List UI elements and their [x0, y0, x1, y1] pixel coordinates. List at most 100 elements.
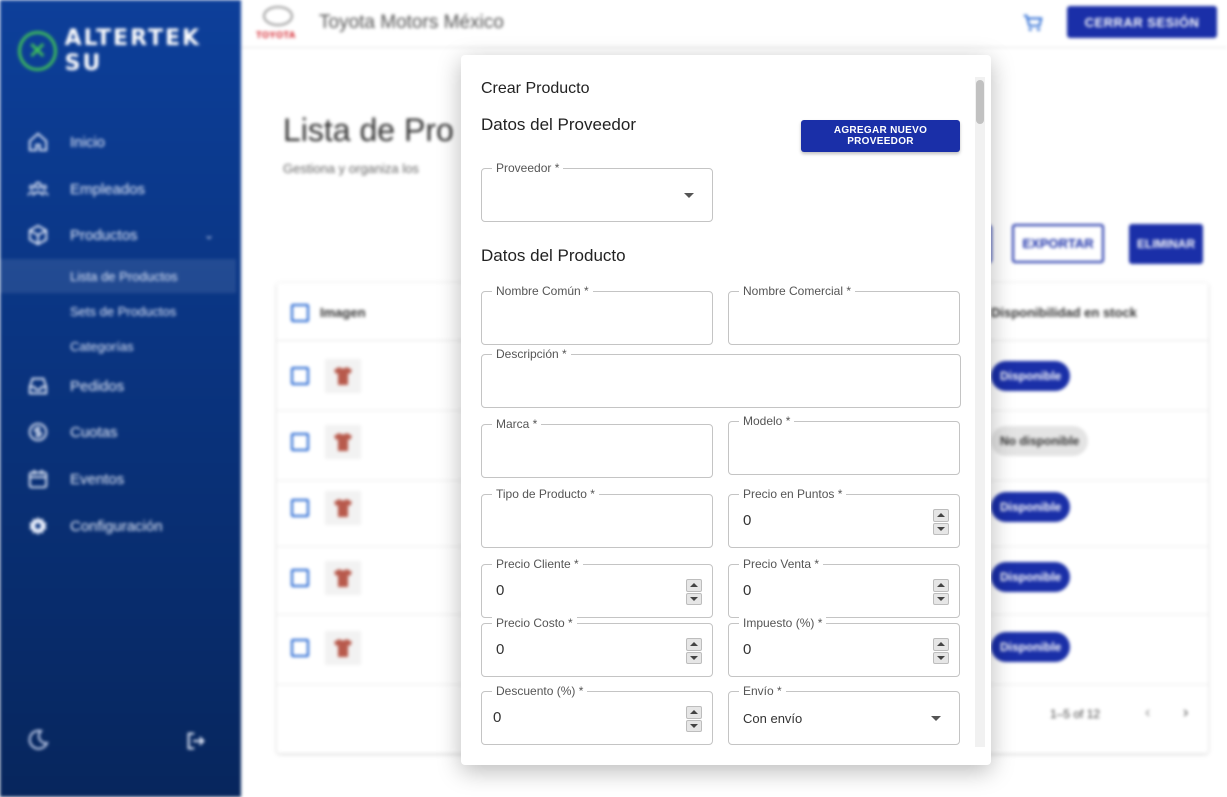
shipping-select[interactable]: Envío * Con envío: [728, 684, 960, 745]
increment-icon[interactable]: [933, 509, 949, 522]
sidebar-item-label: Cuotas: [70, 423, 118, 441]
company-name: Toyota Motors México: [319, 12, 504, 33]
sidebar-subitem-categorias[interactable]: Categorías: [0, 329, 236, 363]
sidebar-item-eventos[interactable]: Eventos: [0, 459, 241, 499]
stock-badge: Disponible: [991, 361, 1071, 391]
column-header-stock: Disponibilidad en stock: [991, 305, 1137, 320]
row-checkbox[interactable]: [291, 367, 309, 385]
cube-icon: [26, 223, 50, 247]
points-price-field[interactable]: Precio en Puntos * 0: [728, 487, 960, 548]
topbar: TOYOTA Toyota Motors México CERRAR SESIÓ…: [241, 0, 1227, 48]
logout-icon[interactable]: [185, 730, 207, 757]
field-label: Precio en Puntos *: [739, 487, 847, 501]
field-value: 0: [743, 582, 752, 599]
increment-icon[interactable]: [686, 638, 702, 651]
brand-field[interactable]: Marca *: [481, 417, 713, 478]
common-name-field[interactable]: Nombre Común *: [481, 284, 713, 345]
product-type-field[interactable]: Tipo de Producto *: [481, 487, 713, 548]
field-value: 0: [496, 641, 505, 658]
tshirt-icon: [325, 631, 361, 665]
provider-select[interactable]: Proveedor *: [481, 161, 713, 222]
field-label: Proveedor *: [492, 161, 564, 175]
sidebar-subitem-lista-productos[interactable]: Lista de Productos: [0, 259, 236, 293]
sidebar-subitem-label: Categorías: [70, 338, 134, 354]
number-stepper[interactable]: [686, 579, 702, 605]
commercial-name-field[interactable]: Nombre Comercial *: [728, 284, 960, 345]
sidebar-subitem-sets-productos[interactable]: Sets de Productos: [0, 294, 236, 328]
client-price-field[interactable]: Precio Cliente * 0: [481, 557, 713, 618]
increment-icon[interactable]: [686, 706, 702, 719]
tshirt-icon: [325, 491, 361, 525]
tshirt-icon: [325, 561, 361, 595]
field-label: Impuesto (%) *: [739, 616, 827, 630]
chevron-down-icon[interactable]: ⌄: [204, 228, 214, 242]
brand-mark-icon: ✕: [18, 31, 57, 71]
currency-icon: [26, 420, 50, 444]
pagination-info: 1–5 of 12: [1050, 707, 1101, 721]
number-stepper[interactable]: [933, 509, 949, 535]
cart-icon[interactable]: [1022, 12, 1044, 34]
row-checkbox[interactable]: [291, 499, 309, 517]
sidebar-item-label: Productos: [70, 226, 138, 244]
decrement-icon[interactable]: [933, 592, 949, 605]
row-checkbox[interactable]: [291, 433, 309, 451]
export-button[interactable]: EXPORTAR: [1012, 224, 1104, 263]
field-value: 0: [743, 641, 752, 658]
dropdown-caret-icon: [931, 716, 941, 721]
description-field[interactable]: Descripción *: [481, 347, 961, 408]
sidebar-item-productos[interactable]: Productos ⌄: [0, 215, 241, 255]
dialog-scrollbar-thumb[interactable]: [976, 80, 984, 124]
increment-icon[interactable]: [933, 638, 949, 651]
field-value: Con envío: [743, 711, 803, 726]
decrement-icon[interactable]: [686, 592, 702, 605]
increment-icon[interactable]: [933, 579, 949, 592]
field-label: Modelo *: [739, 414, 795, 428]
dialog-scrollbar[interactable]: [975, 77, 985, 747]
field-label: Precio Venta *: [739, 557, 824, 571]
delete-button[interactable]: ELIMINAR: [1129, 224, 1203, 264]
decrement-icon[interactable]: [933, 522, 949, 535]
decrement-icon[interactable]: [686, 719, 702, 732]
field-label: Nombre Común *: [492, 284, 593, 298]
decrement-icon[interactable]: [933, 651, 949, 664]
sidebar-item-empleados[interactable]: Empleados: [0, 169, 241, 209]
stock-badge: Disponible: [991, 632, 1071, 662]
sidebar-footer: [0, 724, 241, 760]
select-all-checkbox[interactable]: [291, 304, 309, 322]
sidebar-item-label: Configuración: [70, 517, 163, 535]
field-label: Envío *: [739, 684, 786, 698]
number-stepper[interactable]: [933, 579, 949, 605]
tax-field[interactable]: Impuesto (%) * 0: [728, 616, 960, 677]
cost-price-field[interactable]: Precio Costo * 0: [481, 616, 713, 677]
sale-price-field[interactable]: Precio Venta * 0: [728, 557, 960, 618]
dark-mode-toggle-icon[interactable]: [26, 728, 50, 757]
number-stepper[interactable]: [933, 638, 949, 664]
prev-page-icon[interactable]: ‹: [1145, 704, 1150, 722]
sidebar-item-configuracion[interactable]: Configuración: [0, 506, 241, 546]
sidebar-item-label: Pedidos: [70, 377, 125, 395]
number-stepper[interactable]: [686, 638, 702, 664]
increment-icon[interactable]: [686, 579, 702, 592]
decrement-icon[interactable]: [686, 651, 702, 664]
add-provider-button[interactable]: AGREGAR NUEVO PROVEEDOR: [801, 120, 960, 152]
field-label: Precio Cliente *: [492, 557, 583, 571]
sidebar-subitem-label: Sets de Productos: [70, 303, 177, 319]
stock-badge: Disponible: [991, 562, 1071, 592]
number-stepper[interactable]: [686, 706, 702, 732]
dropdown-caret-icon: [684, 193, 694, 198]
field-value: 0: [493, 709, 502, 726]
field-label: Descripción *: [492, 347, 571, 361]
logout-button[interactable]: CERRAR SESIÓN: [1067, 6, 1217, 38]
sidebar-item-inicio[interactable]: Inicio: [0, 122, 241, 162]
discount-field[interactable]: Descuento (%) * 0: [481, 684, 713, 745]
gear-icon: [26, 514, 50, 538]
row-checkbox[interactable]: [291, 569, 309, 587]
toyota-emblem-icon: [263, 6, 293, 26]
sidebar-item-cuotas[interactable]: Cuotas: [0, 412, 241, 452]
row-checkbox[interactable]: [291, 639, 309, 657]
field-label: Precio Costo *: [492, 616, 577, 630]
next-page-icon[interactable]: ›: [1183, 704, 1188, 722]
model-field[interactable]: Modelo *: [728, 414, 960, 475]
brand-name: ALTERTEK SU: [64, 26, 202, 76]
sidebar-item-pedidos[interactable]: Pedidos: [0, 366, 241, 406]
